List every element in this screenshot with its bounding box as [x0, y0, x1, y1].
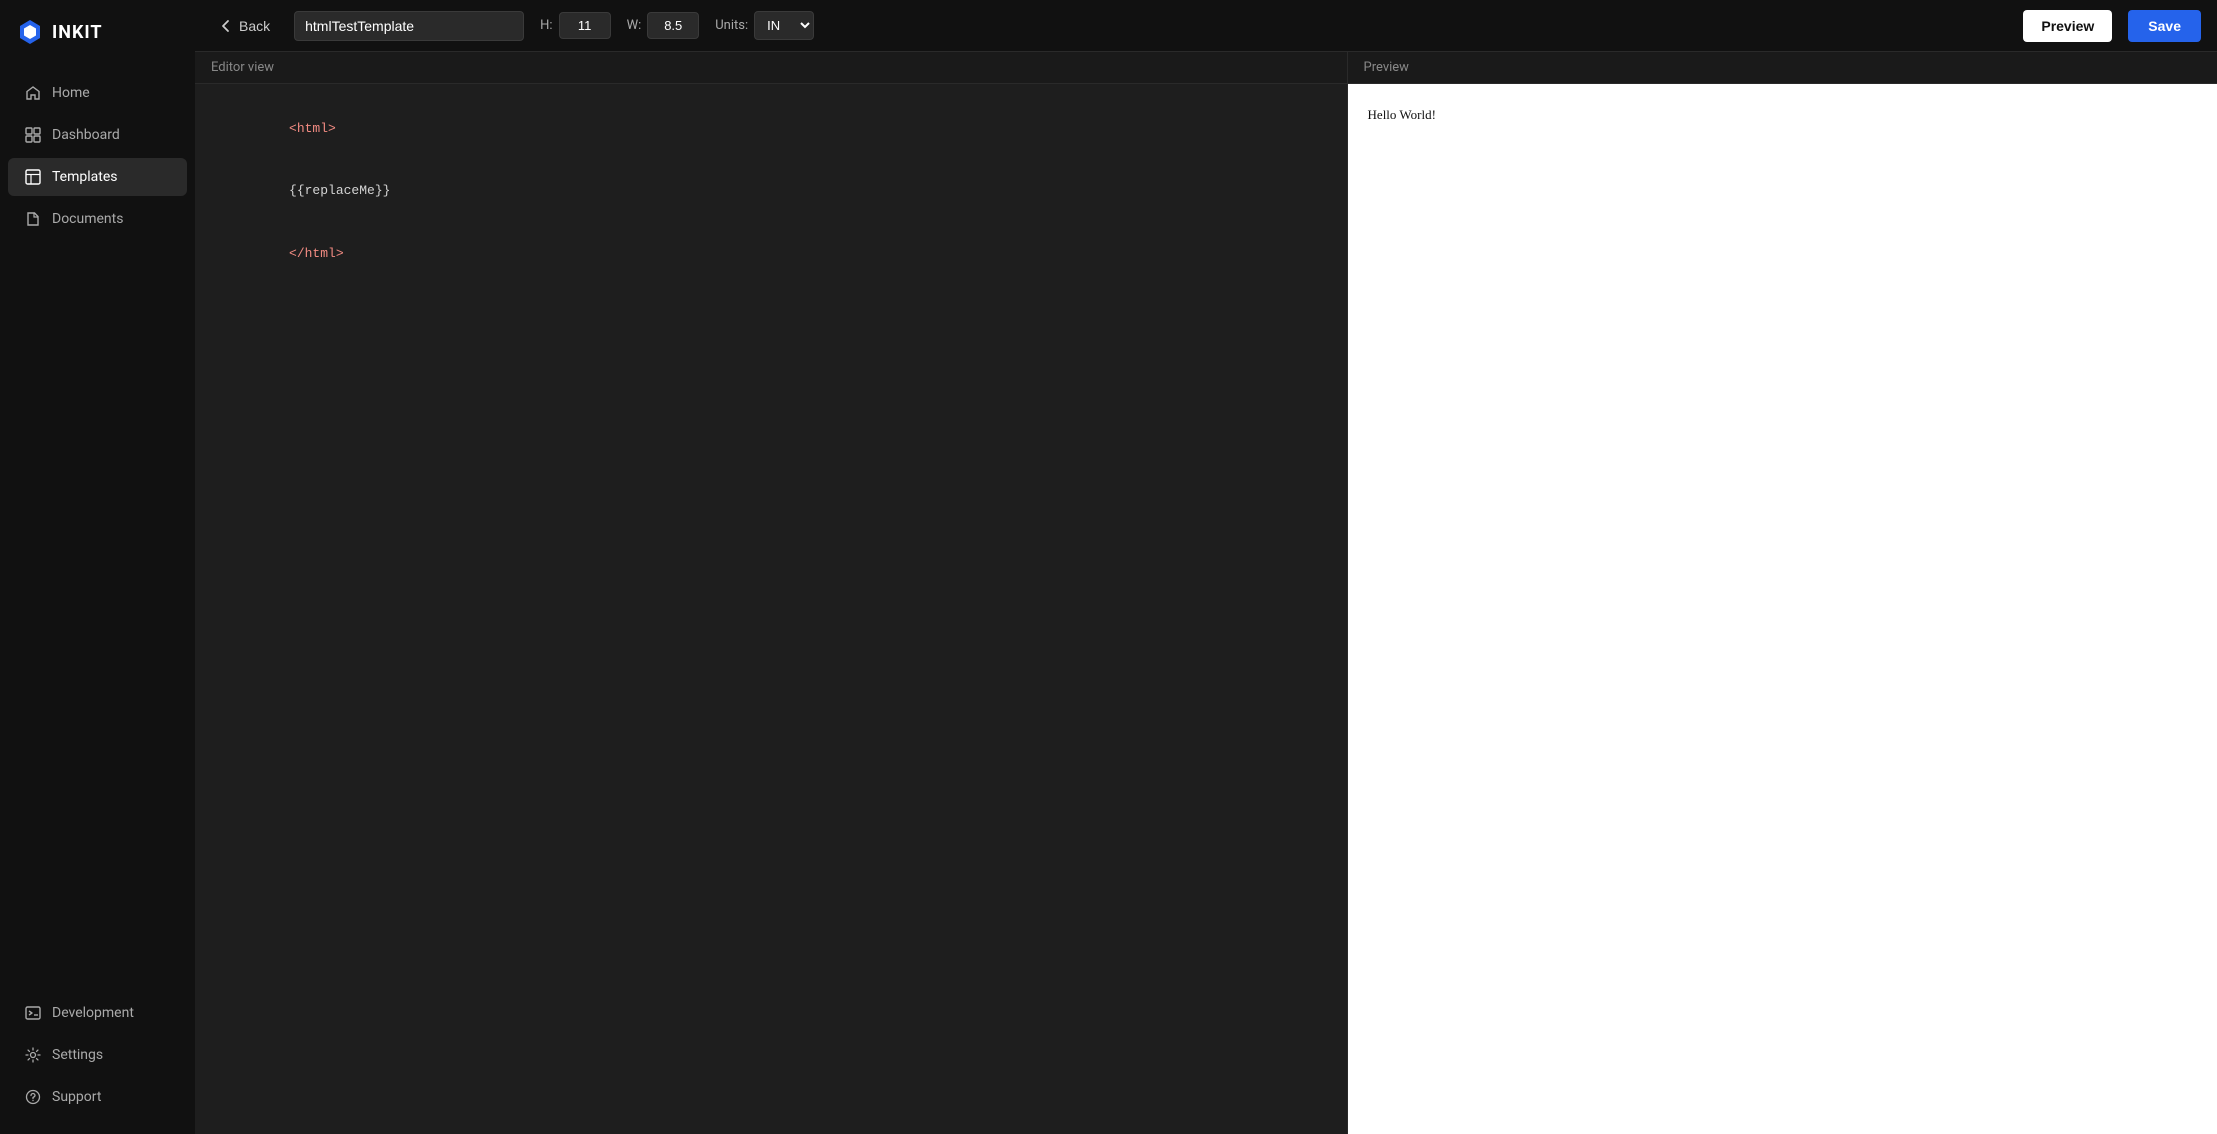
sidebar-item-documents[interactable]: Documents — [8, 200, 187, 238]
template-name-input[interactable] — [294, 11, 524, 41]
code-panel: Editor view <html> {{replaceMe}} </html> — [195, 52, 1348, 1134]
templates-icon — [24, 168, 42, 186]
app-logo-text: INKIT — [52, 22, 103, 43]
sidebar-item-home-label: Home — [52, 85, 90, 101]
documents-icon — [24, 210, 42, 228]
code-line-2: {{replaceMe}} — [211, 160, 1331, 222]
back-button[interactable]: Back — [211, 14, 278, 38]
sidebar-item-dashboard[interactable]: Dashboard — [8, 116, 187, 154]
development-icon — [24, 1004, 42, 1022]
height-label: H: — [540, 18, 552, 33]
main-content: Back H: W: Units: IN CM MM PX Preview Sa… — [195, 0, 2217, 1134]
sidebar-logo: INKIT — [0, 0, 195, 64]
editor-section-header: Editor view — [195, 52, 1347, 84]
editor-area: Editor view <html> {{replaceMe}} </html>… — [195, 52, 2217, 1134]
support-icon — [24, 1088, 42, 1106]
save-button[interactable]: Save — [2128, 10, 2201, 42]
code-line-3: </html> — [211, 223, 1331, 285]
editor-section-label: Editor view — [211, 60, 274, 75]
sidebar-item-support[interactable]: Support — [8, 1078, 187, 1116]
sidebar-item-dashboard-label: Dashboard — [52, 127, 120, 143]
nav-section-main: Home Dashboard Templates Documents — [0, 64, 195, 984]
inkit-logo-icon — [16, 18, 44, 46]
back-arrow-icon — [219, 19, 233, 33]
preview-hello-text: Hello World! — [1368, 107, 1436, 122]
sidebar-item-support-label: Support — [52, 1089, 101, 1105]
sidebar-item-settings[interactable]: Settings — [8, 1036, 187, 1074]
sidebar-item-templates[interactable]: Templates — [8, 158, 187, 196]
preview-section-label: Preview — [1364, 60, 1409, 75]
width-input[interactable] — [647, 12, 699, 39]
height-input[interactable] — [559, 12, 611, 39]
height-group: H: — [540, 12, 610, 39]
code-line-1: <html> — [211, 98, 1331, 160]
sidebar-item-development[interactable]: Development — [8, 994, 187, 1032]
nav-section-bottom: Development Settings Support — [0, 984, 195, 1134]
sidebar-item-settings-label: Settings — [52, 1047, 103, 1063]
preview-button[interactable]: Preview — [2023, 10, 2112, 42]
sidebar-item-documents-label: Documents — [52, 211, 123, 227]
width-group: W: — [627, 12, 700, 39]
preview-content: Hello World! — [1348, 84, 2217, 1134]
sidebar: INKIT Home Dashboard Templates — [0, 0, 195, 1134]
preview-panel: Preview Hello World! — [1348, 52, 2217, 1134]
units-group: Units: IN CM MM PX — [715, 11, 814, 40]
sidebar-item-development-label: Development — [52, 1005, 134, 1021]
width-label: W: — [627, 18, 642, 33]
sidebar-item-home[interactable]: Home — [8, 74, 187, 112]
units-select[interactable]: IN CM MM PX — [754, 11, 814, 40]
back-label: Back — [239, 18, 270, 34]
preview-section-header: Preview — [1348, 52, 2217, 84]
code-editor[interactable]: <html> {{replaceMe}} </html> — [195, 84, 1347, 1134]
sidebar-item-templates-label: Templates — [52, 169, 118, 185]
topbar: Back H: W: Units: IN CM MM PX Preview Sa… — [195, 0, 2217, 52]
home-icon — [24, 84, 42, 102]
units-label: Units: — [715, 18, 748, 33]
dashboard-icon — [24, 126, 42, 144]
save-button-label: Save — [2148, 18, 2181, 34]
settings-icon — [24, 1046, 42, 1064]
preview-button-label: Preview — [2041, 18, 2094, 34]
